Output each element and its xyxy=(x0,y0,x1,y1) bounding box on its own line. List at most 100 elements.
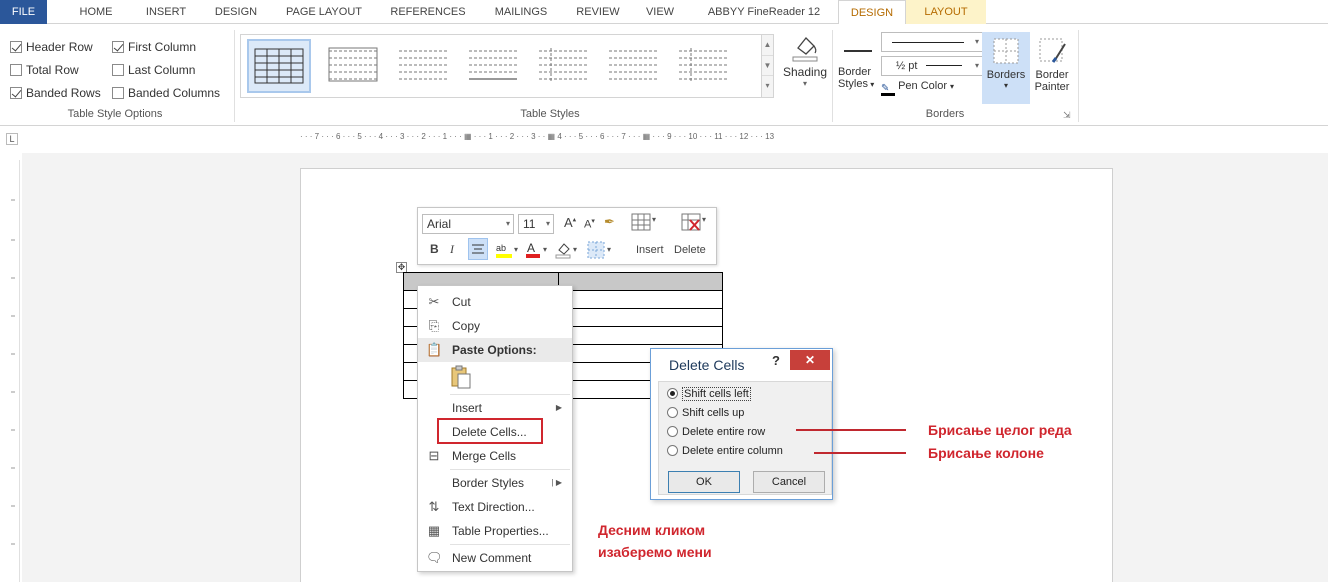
font-color-icon[interactable]: A ▾ xyxy=(524,240,550,263)
tab-references[interactable]: REFERENCES xyxy=(388,0,468,24)
delete-table-icon[interactable]: ▾ xyxy=(680,212,710,235)
gallery-scroll[interactable]: ▲ ▼ ▾ xyxy=(761,35,773,97)
pen-color-button[interactable]: ✎ Pen Color ▾ xyxy=(881,80,973,98)
table-properties-label: Table Properties... xyxy=(452,524,549,538)
vertical-ruler[interactable] xyxy=(6,160,20,582)
cancel-button[interactable]: Cancel xyxy=(753,471,825,493)
menu-item-merge-cells[interactable]: ⊟ Merge Cells xyxy=(418,444,572,468)
border-styles-button[interactable]: Border Styles ▾ xyxy=(838,38,878,100)
shift-cells-left-label: Shift cells left xyxy=(682,387,751,401)
table-cell[interactable] xyxy=(558,272,723,291)
dialog-launcher-icon[interactable]: ⇲ xyxy=(1063,110,1071,121)
close-icon[interactable]: ✕ xyxy=(790,350,830,370)
horizontal-ruler[interactable]: · · · 7 · · · 6 · · · 5 · · · 4 · · · 3 … xyxy=(300,132,1116,148)
table-style-plain-6[interactable] xyxy=(673,39,737,93)
table-style-plain-3[interactable] xyxy=(463,39,527,93)
chevron-down-icon: ▾ xyxy=(974,61,979,70)
center-align-icon[interactable] xyxy=(468,238,488,260)
ribbon: Header Row First Column Total Row Last C… xyxy=(0,24,1328,126)
font-size-box[interactable]: 11 ▾ xyxy=(518,214,554,234)
paste-keep-formatting-icon[interactable] xyxy=(450,364,472,390)
delete-entire-column-radio[interactable]: Delete entire column xyxy=(667,443,783,459)
delete-entire-row-label: Delete entire row xyxy=(682,426,766,438)
format-painter-icon[interactable]: ✒ xyxy=(604,214,615,230)
gallery-expand-icon[interactable]: ▾ xyxy=(762,75,773,95)
tab-design[interactable]: DESIGN xyxy=(212,0,260,24)
tab-table-layout[interactable]: LAYOUT xyxy=(906,0,986,24)
first-column-checkbox[interactable]: First Column xyxy=(112,38,196,56)
line-style-dropdown[interactable]: ▾ xyxy=(881,32,983,52)
help-icon[interactable]: ? xyxy=(772,353,786,368)
total-row-checkbox[interactable]: Total Row xyxy=(10,61,79,79)
banded-rows-label: Banded Rows xyxy=(26,86,101,100)
table-cell[interactable] xyxy=(558,326,723,345)
total-row-label: Total Row xyxy=(26,63,79,77)
shift-cells-left-radio[interactable]: Shift cells left xyxy=(667,386,751,402)
table-style-plain-1[interactable] xyxy=(323,39,387,93)
scroll-up-icon[interactable]: ▲ xyxy=(762,35,773,55)
grow-font-icon[interactable]: A▴ xyxy=(564,215,576,230)
tab-selector-icon[interactable]: L xyxy=(6,133,18,145)
table-style-plain-4[interactable] xyxy=(533,39,597,93)
checkbox-checked-icon xyxy=(10,87,22,99)
font-name-box[interactable]: Arial ▾ xyxy=(422,214,514,234)
line-weight-dropdown[interactable]: ½ pt ▾ xyxy=(881,56,983,76)
border-styles-label-1: Border xyxy=(838,66,872,78)
table-cell[interactable] xyxy=(558,290,723,309)
tab-view[interactable]: VIEW xyxy=(642,0,678,24)
shading-button[interactable]: Shading ▾ xyxy=(782,32,828,102)
menu-item-new-comment[interactable]: 🗨 New Comment xyxy=(418,546,572,570)
tab-home[interactable]: HOME xyxy=(74,0,118,24)
table-style-plain-2[interactable] xyxy=(393,39,457,93)
scroll-down-icon[interactable]: ▼ xyxy=(762,55,773,75)
tab-insert[interactable]: INSERT xyxy=(141,0,191,24)
tab-review[interactable]: REVIEW xyxy=(574,0,622,24)
table-style-grid[interactable] xyxy=(247,39,311,93)
borders-button[interactable]: Borders ▾ xyxy=(982,32,1030,104)
delete-label[interactable]: Delete xyxy=(674,244,706,256)
header-row-label: Header Row xyxy=(26,40,93,54)
borders-icon xyxy=(993,38,1019,64)
chevron-down-icon: ▾ xyxy=(867,80,875,89)
last-column-checkbox[interactable]: Last Column xyxy=(112,61,195,79)
borders-mini-icon[interactable]: ▾ xyxy=(586,240,616,263)
shift-cells-up-radio[interactable]: Shift cells up xyxy=(667,405,744,421)
insert-table-icon[interactable]: ▾ xyxy=(630,212,660,235)
menu-item-text-direction[interactable]: ⇅ Text Direction... xyxy=(418,495,572,519)
insert-label[interactable]: Insert xyxy=(636,244,664,256)
header-row-checkbox[interactable]: Header Row xyxy=(10,38,93,56)
tab-page-layout[interactable]: PAGE LAYOUT xyxy=(283,0,365,24)
group-divider xyxy=(1078,30,1079,122)
line-weight-preview xyxy=(926,65,963,66)
clipboard-icon: 📋 xyxy=(426,342,443,357)
font-size-value: 11 xyxy=(523,217,536,231)
banded-columns-checkbox[interactable]: Banded Columns xyxy=(112,84,220,102)
dialog-title: Delete Cells xyxy=(669,357,745,373)
menu-item-table-properties[interactable]: ▦ Table Properties... xyxy=(418,519,572,543)
bold-button[interactable]: B xyxy=(430,242,439,256)
delete-entire-row-radio[interactable]: Delete entire row xyxy=(667,424,765,440)
svg-text:▾: ▾ xyxy=(702,215,706,224)
svg-text:▾: ▾ xyxy=(573,245,577,254)
italic-button[interactable]: I xyxy=(450,242,454,257)
tab-abbyy[interactable]: ABBYY FineReader 12 xyxy=(700,0,828,24)
highlight-icon[interactable]: ab ▾ xyxy=(494,240,520,263)
ok-button[interactable]: OK xyxy=(668,471,740,493)
tab-table-design[interactable]: DESIGN xyxy=(838,0,906,24)
group-divider xyxy=(832,30,833,122)
shading-icon[interactable]: ▾ xyxy=(554,240,580,263)
table-style-plain-5[interactable] xyxy=(603,39,667,93)
menu-item-border-styles[interactable]: Border Styles | ▶ xyxy=(418,471,572,495)
dialog-title-bar[interactable]: Delete Cells ? ✕ xyxy=(651,349,832,381)
tab-file[interactable]: FILE xyxy=(0,0,47,24)
chevron-down-icon: ▾ xyxy=(802,79,807,88)
menu-item-insert[interactable]: Insert ▶ xyxy=(418,396,572,420)
menu-item-cut[interactable]: ✂ Cut xyxy=(418,290,572,314)
menu-item-copy[interactable]: ⎘ Copy xyxy=(418,314,572,338)
banded-rows-checkbox[interactable]: Banded Rows xyxy=(10,84,101,102)
border-painter-button[interactable]: Border Painter xyxy=(1030,32,1074,104)
checkbox-checked-icon xyxy=(10,41,22,53)
shrink-font-icon[interactable]: A▾ xyxy=(584,217,595,231)
table-cell[interactable] xyxy=(558,308,723,327)
tab-mailings[interactable]: MAILINGS xyxy=(488,0,554,24)
